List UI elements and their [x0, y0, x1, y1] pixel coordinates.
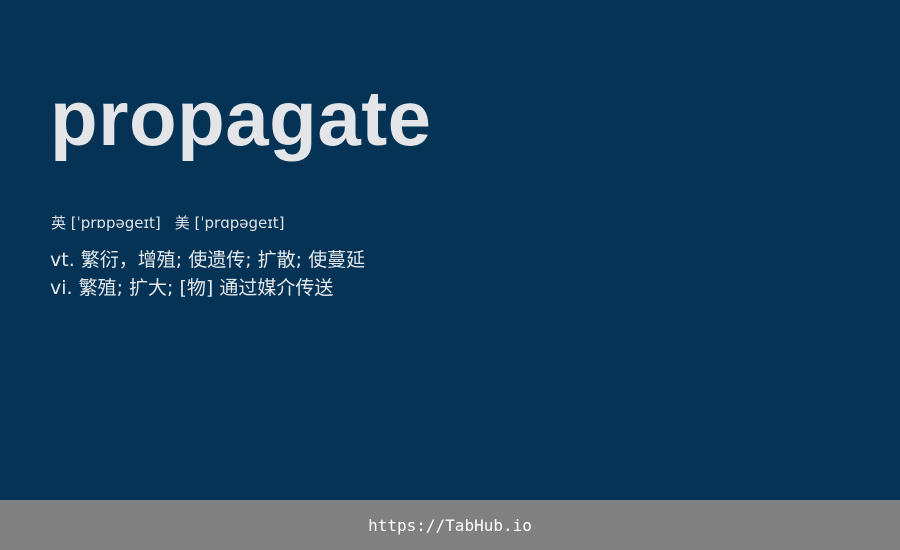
phonetic-us: 美 [ˈprɑpəgeɪt]: [174, 214, 285, 232]
headword: propagate: [50, 74, 432, 162]
definition-vi: vi. 繁殖; 扩大; [物] 通过媒介传送: [50, 277, 334, 299]
word-card: propagate 英 [ˈprɒpəgeɪt] 美 [ˈprɑpəgeɪt] v…: [0, 0, 900, 500]
phonetic-uk: 英 [ˈprɒpəgeɪt]: [51, 214, 161, 232]
tabhub-link[interactable]: https://TabHub.io: [368, 516, 532, 535]
phonetics: 英 [ˈprɒpəgeɪt] 美 [ˈprɑpəgeɪt]: [51, 212, 285, 234]
definition-vt: vt. 繁衍，增殖; 使遗传; 扩散; 使蔓延: [50, 249, 366, 271]
footer-bar: https://TabHub.io: [0, 500, 900, 550]
definitions: vt. 繁衍，增殖; 使遗传; 扩散; 使蔓延 vi. 繁殖; 扩大; [物] …: [50, 246, 365, 302]
